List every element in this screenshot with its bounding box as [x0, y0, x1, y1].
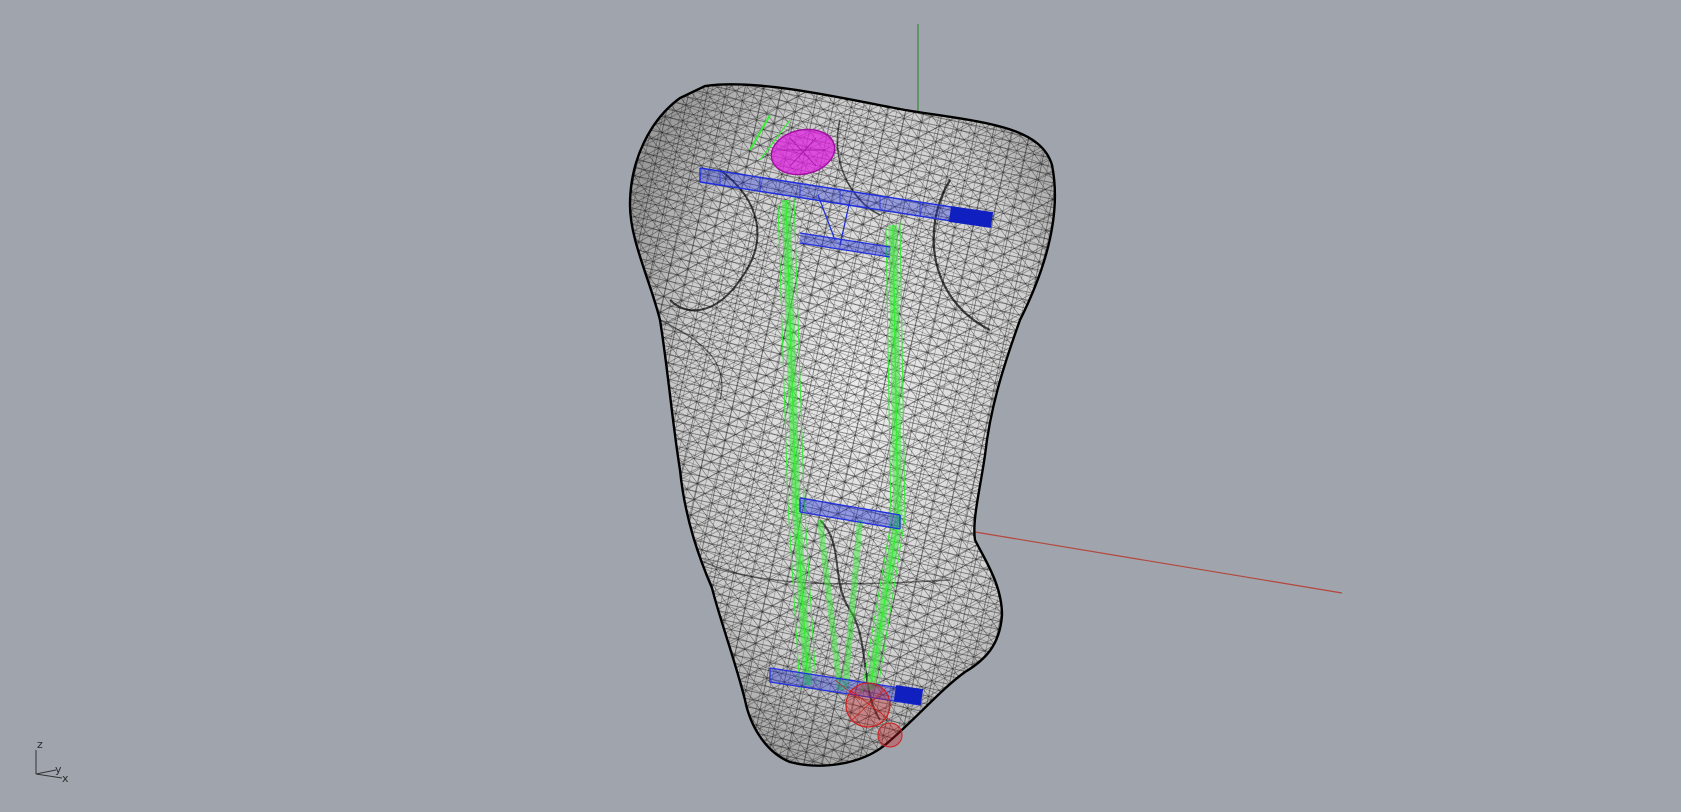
world-x-axis [974, 531, 1343, 594]
axis-widget-z-label: z [37, 738, 43, 751]
rhino-perspective-viewport[interactable]: z y x [0, 0, 1681, 812]
axis-widget-y-label: y [55, 763, 62, 776]
viewport-scene [35, 24, 1343, 779]
axis-widget-x-label: x [62, 772, 69, 785]
